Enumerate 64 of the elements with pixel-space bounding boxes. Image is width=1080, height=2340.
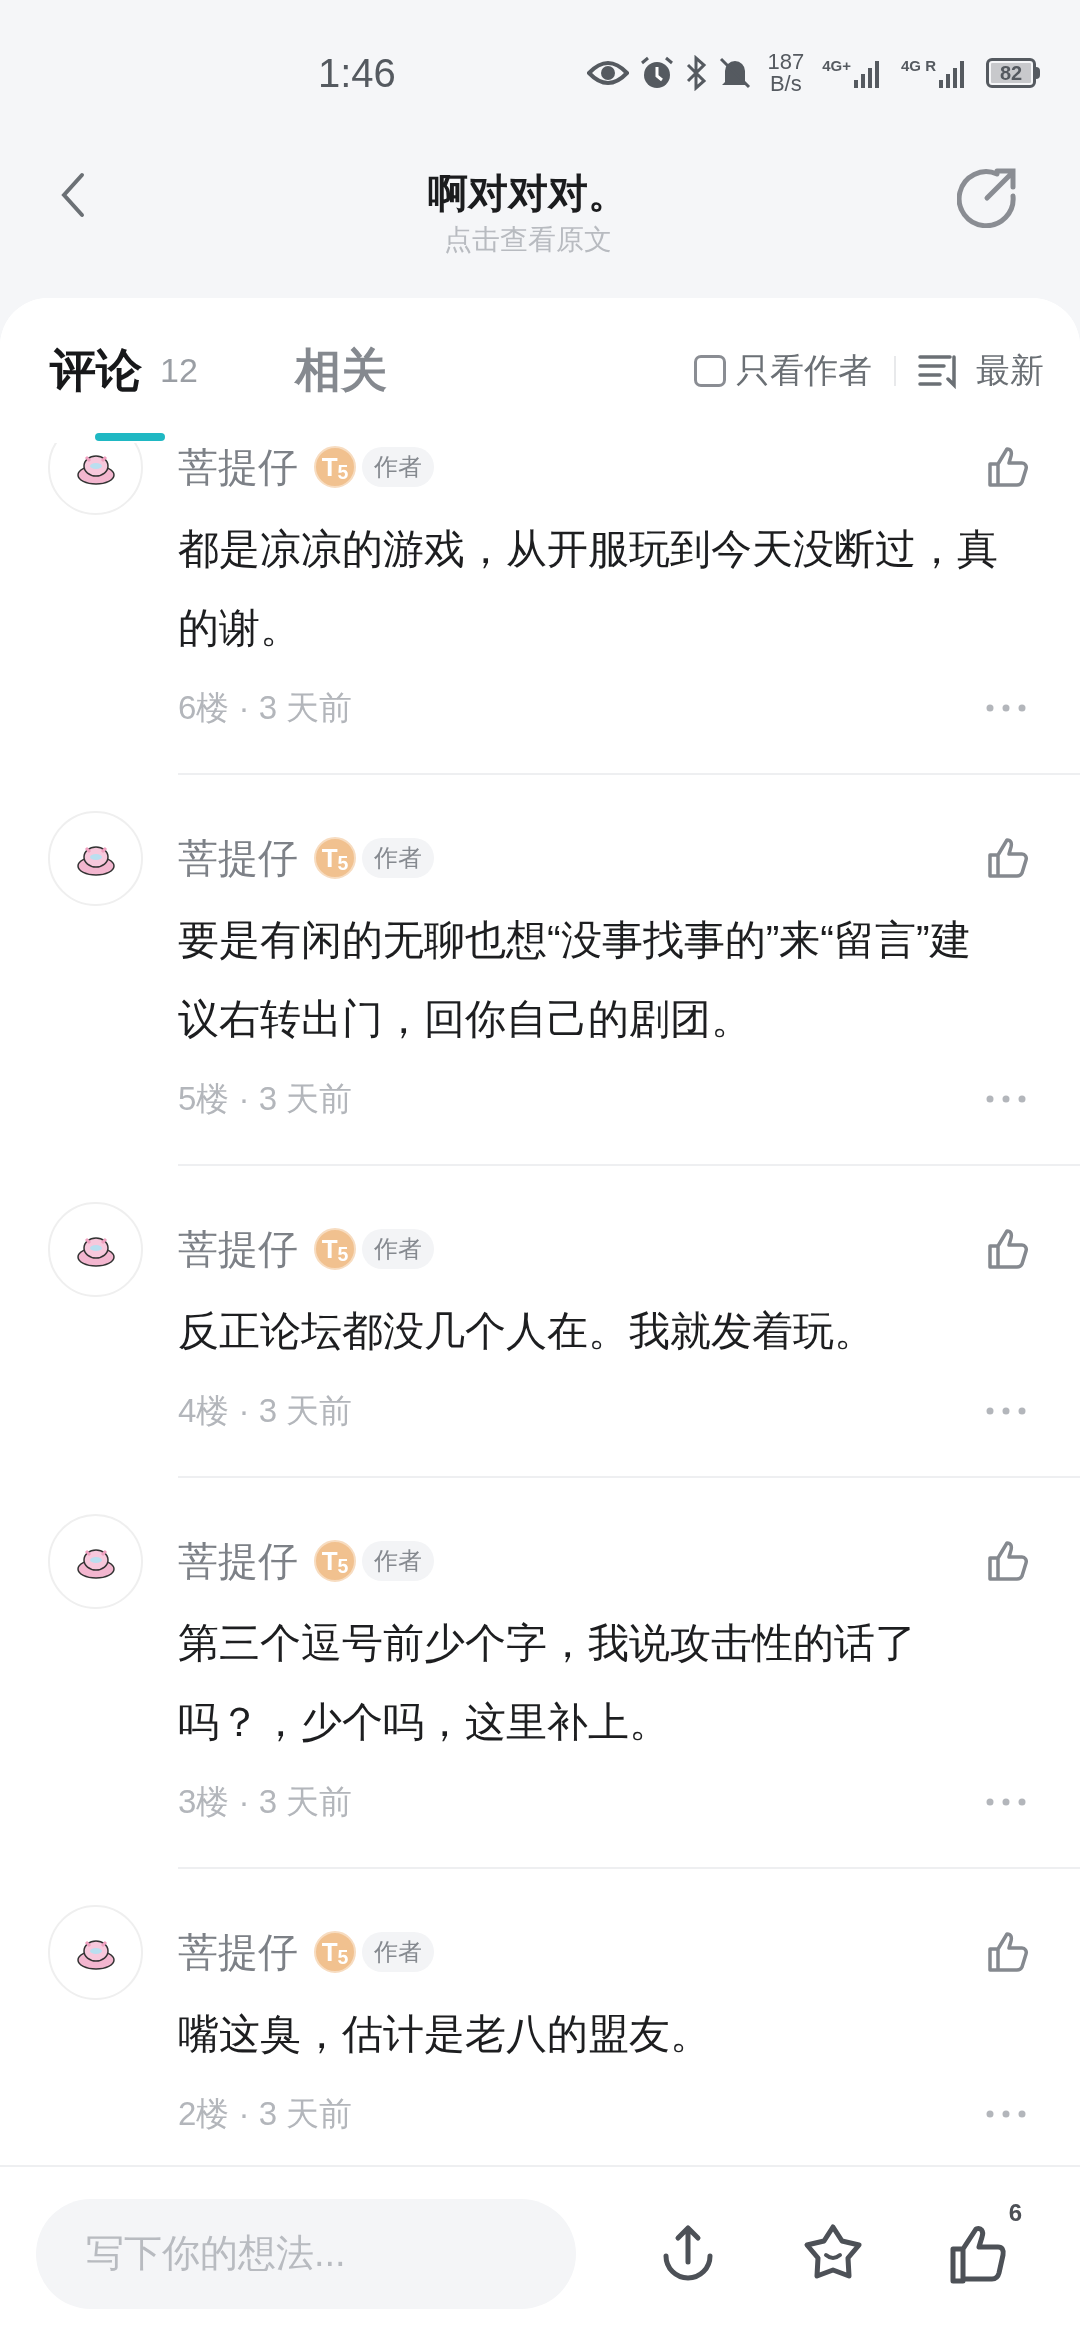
battery-icon: 82 — [986, 57, 1036, 88]
like-button[interactable] — [986, 445, 1030, 489]
username[interactable]: 菩提仔 — [178, 443, 298, 497]
comment-input[interactable]: 写下你的想法... — [36, 2198, 576, 2309]
back-icon — [60, 171, 86, 219]
eye-icon — [587, 58, 630, 87]
comment-meta: 4楼 · 3 天前 — [178, 1391, 353, 1432]
tab[interactable]: 评论 12 — [50, 298, 295, 443]
tab[interactable]: 相关 — [295, 298, 435, 443]
author-tag: 作者 — [362, 1541, 434, 1581]
thumbs-up-icon — [986, 1227, 1030, 1271]
avatar[interactable] — [48, 1514, 143, 1609]
comment-text: 都是凉凉的游戏，从开服玩到今天没断过，真 的谢。 — [178, 525, 999, 653]
username[interactable]: 菩提仔 — [178, 1219, 298, 1279]
like-button[interactable] — [986, 836, 1030, 880]
more-icon — [986, 2110, 1026, 2118]
more-icon — [986, 1798, 1026, 1806]
author-tag: 作者 — [362, 447, 434, 487]
more-icon — [986, 1407, 1026, 1415]
comment-meta: 3楼 · 3 天前 — [178, 1782, 353, 1823]
author-tag: 作者 — [362, 1932, 434, 1972]
sort-button[interactable]: 最新 — [918, 298, 1044, 443]
bluetooth-icon — [685, 54, 708, 91]
alarm-icon — [639, 54, 676, 91]
thumbs-up-icon — [986, 1930, 1030, 1974]
comment-meta: 6楼 · 3 天前 — [178, 688, 353, 729]
thumbs-up-icon — [986, 445, 1030, 489]
avatar[interactable] — [48, 443, 143, 515]
more-icon — [986, 1095, 1026, 1103]
network-speed-text: 187 — [767, 50, 805, 73]
rank-badge: T$_{5}$ — [314, 1228, 356, 1270]
network-speed-text: B/s — [769, 72, 802, 95]
username[interactable]: 菩提仔 — [178, 1531, 298, 1591]
like-button[interactable] — [986, 1227, 1030, 1271]
comment-text: 反正论坛都没几个人在。我就发着玩。 — [178, 1307, 876, 1356]
comment-text: 嘴这臭，估计是老八的盟友。 — [178, 2010, 712, 2059]
like-button[interactable] — [986, 1930, 1030, 1974]
network-type-text: 4G R — [901, 57, 936, 74]
clock-time: 1:46 — [318, 49, 397, 97]
comment-text: 要是有闲的无聊也想“没事找事的”来“留言”建 议右转出门，回你自己的剧团。 — [178, 916, 972, 1044]
share-icon — [957, 166, 1019, 228]
more-icon — [986, 704, 1026, 712]
rank-badge: T$_{5}$ — [314, 446, 356, 488]
avatar[interactable] — [48, 1905, 143, 2000]
post-title[interactable]: 啊对对对。 — [428, 165, 628, 221]
username[interactable]: 菩提仔 — [178, 1922, 298, 1982]
thumbs-up-icon — [986, 1539, 1030, 1583]
author-tag: 作者 — [362, 838, 434, 878]
thumbs-up-icon — [986, 836, 1030, 880]
like-count: 6 — [1008, 2197, 1022, 2228]
rank-badge: T$_{5}$ — [314, 1540, 356, 1582]
username[interactable]: 菩提仔 — [178, 828, 298, 888]
network-type-text: 4G+ — [822, 57, 851, 74]
checkbox[interactable] — [694, 354, 726, 387]
rank-badge: T$_{5}$ — [314, 1931, 356, 1973]
avatar[interactable] — [48, 1202, 143, 1297]
author-tag: 作者 — [362, 1229, 434, 1269]
avatar[interactable] — [48, 811, 143, 906]
rank-badge: T$_{5}$ — [314, 837, 356, 879]
comment-text: 第三个逗号前少个字，我说攻击性的话了 吗？，少个吗，这里补上。 — [178, 1619, 917, 1747]
like-button[interactable] — [986, 1539, 1030, 1583]
author-only-filter[interactable]: 只看作者 — [694, 298, 872, 443]
comment-meta: 2楼 · 3 天前 — [178, 2094, 353, 2135]
comment-meta: 5楼 · 3 天前 — [178, 1079, 353, 1120]
